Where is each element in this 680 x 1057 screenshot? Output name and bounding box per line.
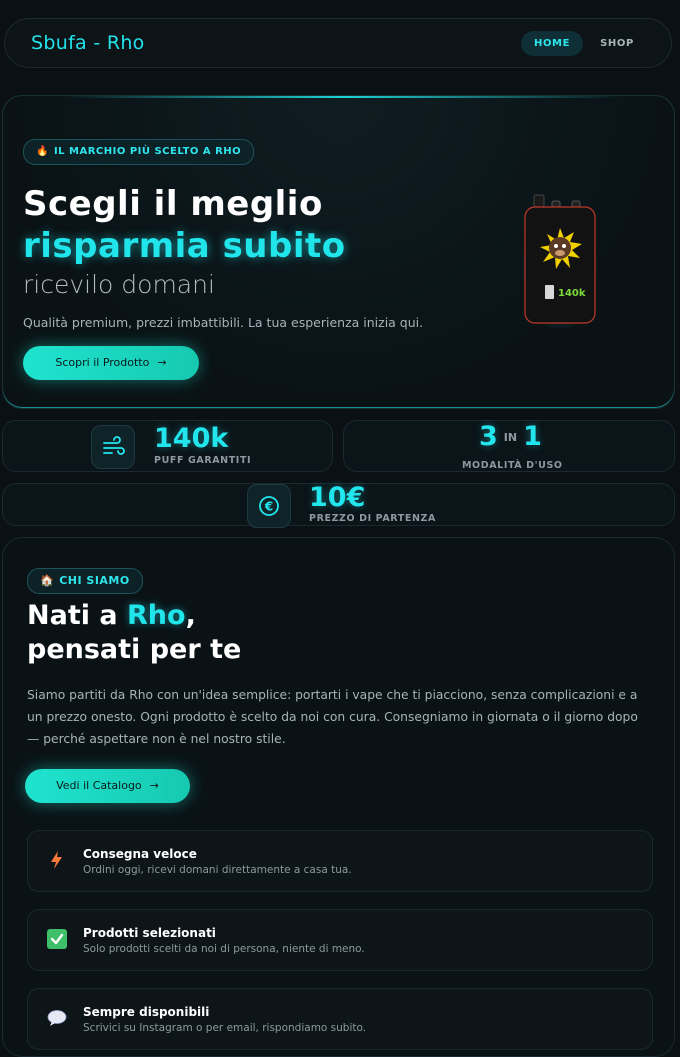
feature-title: Prodotti selezionati: [83, 926, 216, 940]
about-title-highlight: Rho: [127, 600, 186, 631]
flame-icon: 🔥: [36, 146, 49, 157]
product-puff-label: 140k: [558, 288, 586, 299]
about-paragraph: Siamo partiti da Rho con un'idea semplic…: [27, 688, 638, 746]
feature-text: Solo prodotti scelti da noi di persona, …: [83, 943, 365, 955]
check-icon: [47, 929, 67, 949]
feature-title: Sempre disponibili: [83, 1005, 210, 1019]
feature-text: Ordini oggi, ricevi domani direttamente …: [83, 864, 352, 876]
hero-subtitle: Qualità premium, prezzi imbattibili. La …: [23, 315, 424, 330]
hero-badge-label: IL MARCHIO PIÙ SCELTO A RHO: [53, 146, 242, 157]
wind-icon: [103, 436, 125, 455]
modes-number-2: 1: [523, 421, 542, 452]
site-logo[interactable]: Sbufa - Rho: [31, 32, 145, 54]
about-badge-label: CHI SIAMO: [59, 574, 130, 587]
house-icon: 🏠: [40, 574, 55, 587]
euro-icon: €: [259, 496, 279, 516]
feature-title: Consegna veloce: [83, 847, 197, 861]
about-title-line1: Nati a Rho,: [27, 600, 196, 631]
hero-title-line1: Scegli il meglio: [23, 184, 323, 224]
discover-product-label: Scopri il Prodotto: [55, 356, 150, 369]
about-title-comma: ,: [185, 600, 196, 631]
view-catalog-button[interactable]: Vedi il Catalogo →: [25, 769, 190, 803]
about-title-start: Nati a: [27, 600, 127, 631]
wind-icon-box: [91, 425, 135, 469]
hero-top-glow: [63, 96, 623, 98]
arrow-right-icon: →: [157, 356, 167, 369]
about-title-line2: pensati per te: [27, 634, 242, 665]
modes-in-word: IN: [503, 431, 518, 444]
euro-icon-box: €: [247, 484, 291, 528]
lightning-icon: [51, 851, 62, 869]
price-value: 10€: [309, 482, 366, 513]
nav-home-link[interactable]: HOME: [521, 31, 583, 56]
hero-badge: 🔥 IL MARCHIO PIÙ SCELTO A RHO: [23, 139, 255, 165]
hero-section: 🔥 IL MARCHIO PIÙ SCELTO A RHO Scegli il m…: [2, 95, 675, 409]
price-label: PREZZO DI PARTENZA: [309, 513, 436, 524]
feature-fast-delivery: Consegna veloce Ordini oggi, ricevi doma…: [27, 830, 653, 892]
about-badge: 🏠 CHI SIAMO: [27, 568, 143, 594]
feature-selected-products: Prodotti selezionati Solo prodotti scelt…: [27, 909, 653, 971]
view-catalog-label: Vedi il Catalogo: [56, 779, 142, 792]
modes-value: 3 IN 1: [479, 421, 542, 452]
feature-always-available: Sempre disponibili Scrivici su Instagram…: [27, 988, 653, 1050]
chat-bubble-icon: [47, 1010, 67, 1026]
top-navbar: Sbufa - Rho HOME SHOP: [4, 18, 672, 68]
stat-card-price: € 10€ PREZZO DI PARTENZA: [2, 482, 675, 528]
hero-title-line2: risparmia subito: [23, 226, 346, 266]
nav-shop-link[interactable]: SHOP: [595, 31, 639, 56]
puff-value: 140k: [154, 423, 229, 454]
svg-text:€: €: [264, 500, 273, 514]
modes-number-1: 3: [479, 421, 498, 452]
stat-card-modes: 3 IN 1 MODALITÀ D'USO: [343, 420, 675, 472]
discover-product-button[interactable]: Scopri il Prodotto →: [23, 346, 199, 380]
modes-label: MODALITÀ D'USO: [462, 460, 563, 471]
feature-text: Scrivici su Instagram o per email, rispo…: [83, 1022, 367, 1034]
hero-title-line3: ricevilo domani: [23, 270, 215, 299]
arrow-right-icon: →: [149, 779, 159, 792]
vape-product-image: 140k: [523, 194, 597, 328]
stat-card-puff: 140k PUFF GARANTITI: [2, 420, 333, 472]
puff-label: PUFF GARANTITI: [154, 455, 252, 466]
